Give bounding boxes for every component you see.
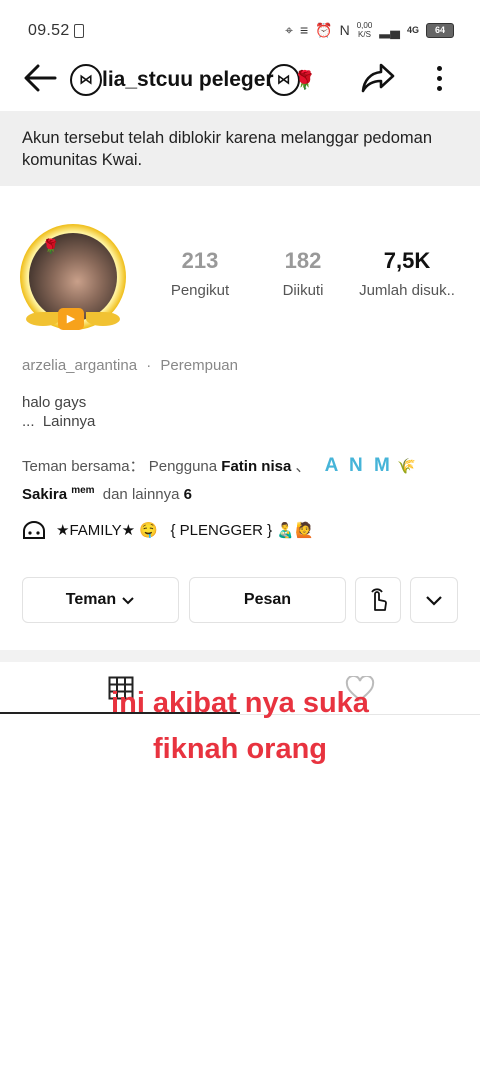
signal-icon: ▂▄ bbox=[379, 22, 400, 38]
network-type: 4G bbox=[406, 25, 419, 35]
bio: halo gays ... Lainnya bbox=[22, 393, 95, 431]
net-speed: 0,00 K/S bbox=[357, 21, 373, 39]
wheat-icon: 🌾 bbox=[396, 458, 416, 475]
caption-overlay: ini akibat nya suka fiknah orang bbox=[0, 680, 480, 772]
decoration-bow-icon: ⋈ bbox=[70, 64, 102, 96]
avatar-wing-decoration bbox=[86, 312, 120, 326]
page-title: ⋈ lia_stcuu peleger ⋈ 🌹 bbox=[70, 64, 316, 96]
profile-meta: arzelia_argantina · Perempuan bbox=[22, 357, 238, 374]
followers-count: 213 bbox=[181, 248, 219, 273]
mutual-name-3-sup: mem bbox=[71, 485, 95, 496]
sim-icon bbox=[74, 24, 84, 38]
profile-header: ⋈ lia_stcuu peleger ⋈ 🌹 bbox=[0, 56, 480, 100]
username: arzelia_argantina bbox=[22, 357, 138, 374]
friend-button[interactable]: Teman bbox=[22, 577, 179, 623]
mutual-suffix: dan lainnya bbox=[102, 486, 180, 503]
location-icon: ⌖ bbox=[285, 22, 293, 38]
more-vertical-icon bbox=[436, 65, 442, 71]
net-speed-unit: K/S bbox=[358, 30, 371, 39]
avatar[interactable]: 🌹 ▶ bbox=[18, 222, 128, 334]
mutual-prefix: Teman bersama： Pengguna bbox=[22, 458, 218, 475]
gender: Perempuan bbox=[160, 357, 238, 374]
back-arrow-icon bbox=[24, 64, 57, 92]
meta-separator: · bbox=[146, 357, 152, 374]
status-icons: ⌖ ≡ ⏰ N 0,00 K/S ▂▄ 4G 64 bbox=[285, 20, 454, 40]
net-speed-value: 0,00 bbox=[356, 21, 373, 30]
status-time: 09.52 bbox=[28, 22, 70, 39]
following-count: 182 bbox=[284, 248, 322, 273]
mutual-name-1: Fatin nisa bbox=[221, 458, 292, 475]
avatar-wing-decoration bbox=[26, 312, 60, 326]
group-row[interactable]: ★FAMILY★ 🤤 { PLENGGER } 👨‍🍼🙋 bbox=[22, 520, 314, 540]
battery-icon: 64 bbox=[426, 22, 454, 38]
live-play-icon: ▶ bbox=[58, 308, 84, 330]
followers-label: Pengikut bbox=[170, 282, 230, 299]
alarm-icon: ⏰ bbox=[315, 22, 333, 38]
chevron-down-icon bbox=[426, 596, 442, 606]
mutual-name-2: A N M bbox=[324, 455, 393, 476]
status-bar: 09.52 ⌖ ≡ ⏰ N 0,00 K/S ▂▄ 4G 64 bbox=[0, 0, 480, 62]
poke-button[interactable] bbox=[355, 577, 401, 623]
share-icon bbox=[361, 63, 395, 93]
message-button-label: Pesan bbox=[243, 591, 292, 608]
likes-stat[interactable]: 7,5K Jumlah disuk.. bbox=[352, 248, 462, 299]
mutual-friends[interactable]: Teman bersama： Pengguna Fatin nisa 、 A N… bbox=[22, 454, 462, 507]
mutual-name-3: Sakira bbox=[22, 486, 68, 503]
mutual-separator: 、 bbox=[295, 458, 311, 475]
group-icon bbox=[23, 521, 45, 539]
rose-icon: 🌹 bbox=[293, 69, 316, 90]
following-stat[interactable]: 182 Diikuti bbox=[272, 248, 334, 299]
group-name: ★FAMILY★ 🤤 { PLENGGER } 👨‍🍼🙋 bbox=[56, 522, 314, 539]
blocked-notice: Akun tersebut telah diblokir karena mela… bbox=[0, 111, 480, 186]
more-options-button[interactable] bbox=[424, 60, 454, 96]
vibrate-icon: ≡ bbox=[299, 22, 309, 38]
caption-line-2: fiknah orang bbox=[152, 733, 327, 765]
poke-hand-icon bbox=[371, 588, 387, 611]
page-title-text: lia_stcuu peleger bbox=[102, 68, 274, 91]
following-label: Diikuti bbox=[282, 282, 324, 299]
nfc-icon: N bbox=[339, 22, 350, 38]
expand-button[interactable] bbox=[410, 577, 458, 623]
rose-icon: 🌹 bbox=[42, 238, 60, 254]
caption-line-1: ini akibat nya suka bbox=[111, 687, 369, 719]
mutual-count: 6 bbox=[183, 486, 192, 503]
likes-label: Jumlah disuk.. bbox=[359, 282, 455, 299]
message-button[interactable]: Pesan bbox=[189, 577, 346, 623]
followers-stat[interactable]: 213 Pengikut bbox=[162, 248, 238, 299]
likes-count: 7,5K bbox=[383, 248, 431, 273]
bio-text: halo gays bbox=[22, 394, 87, 411]
back-button[interactable] bbox=[20, 60, 60, 96]
friend-button-label: Teman bbox=[65, 591, 117, 608]
bio-more-link[interactable]: ... Lainnya bbox=[22, 412, 95, 431]
section-divider bbox=[0, 650, 480, 662]
share-button[interactable] bbox=[358, 60, 398, 96]
chevron-down-icon bbox=[122, 597, 134, 605]
